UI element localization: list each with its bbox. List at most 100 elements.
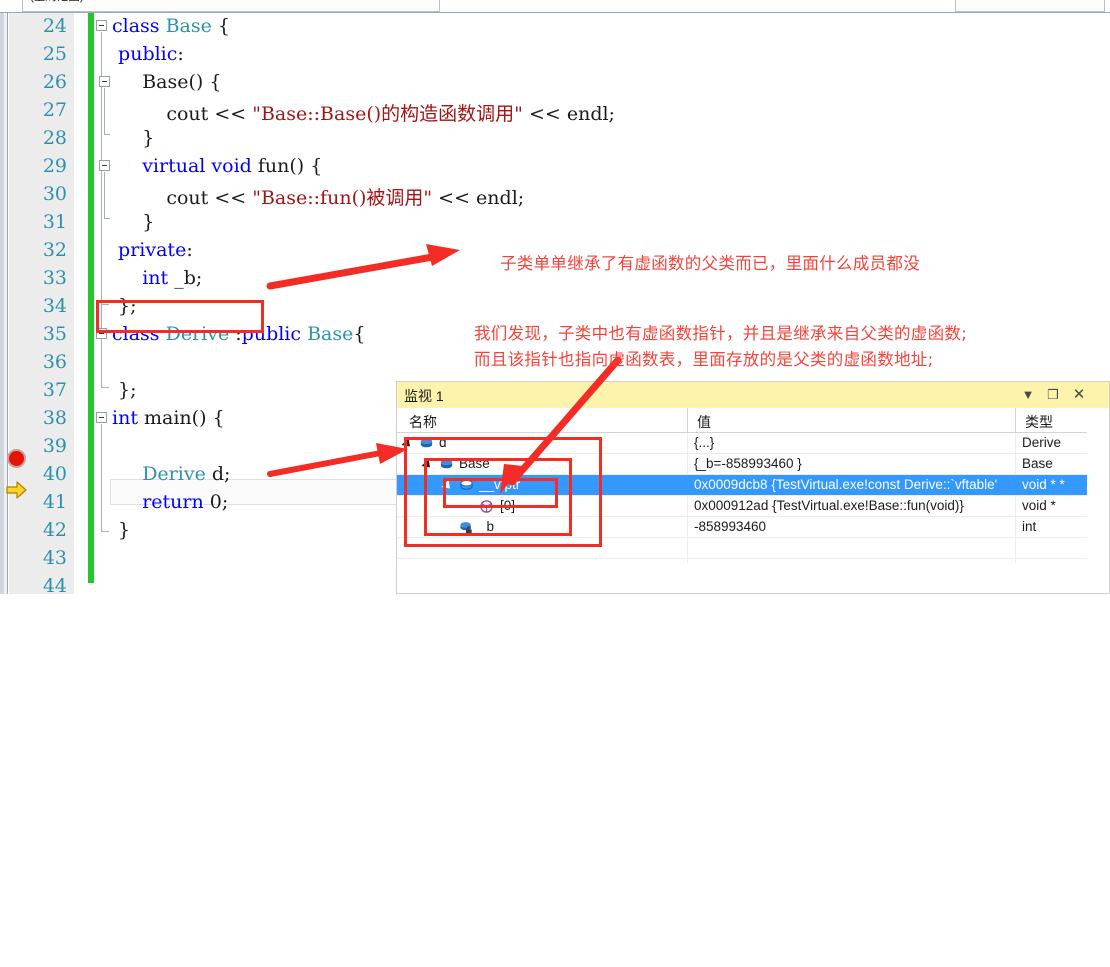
line-number: 38	[42, 407, 67, 429]
code-token: }	[112, 211, 155, 233]
line-number: 35	[42, 323, 67, 345]
watch-value[interactable]: -858993460	[694, 519, 766, 534]
line-number: 41	[42, 491, 67, 513]
watch-value[interactable]: 0x000912ad {TestVirtual.exe!Base::fun(vo…	[694, 498, 964, 513]
code-line[interactable]: virtual void fun() {	[112, 155, 322, 177]
code-line[interactable]: }	[112, 127, 154, 149]
watch-scrollbar[interactable]	[1087, 408, 1109, 593]
code-line[interactable]: return 0;	[112, 491, 228, 513]
watch-type: int	[1022, 519, 1037, 534]
code-token: "Base::Base()的构造函数调用"	[252, 103, 523, 125]
outline-collapse-icon[interactable]	[99, 76, 110, 87]
editor-indicator-strip	[0, 13, 8, 594]
code-token: }	[112, 127, 155, 149]
outline-guide-line	[101, 340, 102, 387]
code-token: _b;	[168, 267, 203, 289]
line-number: 27	[42, 99, 67, 121]
annotation-note-2-line-1: 我们发现，子类中也有虚函数指针，并且是继承来自父类的虚函数;	[474, 324, 968, 343]
column-header-value[interactable]: 值	[697, 412, 711, 432]
line-number: 31	[42, 211, 67, 233]
line-number: 34	[42, 295, 67, 317]
outline-guide-line	[104, 88, 105, 134]
code-line[interactable]: public:	[112, 43, 184, 65]
code-line[interactable]: Base() {	[112, 71, 221, 93]
code-token: Base() {	[112, 71, 222, 93]
scope-combo-box[interactable]: (全局范围)	[22, 0, 440, 12]
watch-type: Base	[1022, 456, 1053, 471]
code-token: }	[112, 519, 131, 541]
line-number: 26	[42, 71, 67, 93]
member-combo-box[interactable]: main()	[955, 0, 1105, 12]
code-token: int	[142, 267, 169, 289]
watch-value[interactable]: 0x0009dcb8 {TestVirtual.exe!const Derive…	[694, 477, 997, 492]
watch-value[interactable]: {...}	[694, 435, 714, 450]
outline-guide-line	[104, 172, 105, 218]
code-token: << endl;	[432, 187, 525, 209]
outline-collapse-icon[interactable]	[96, 20, 107, 31]
outline-guide-foot	[101, 387, 109, 388]
code-line[interactable]: cout << "Base::fun()被调用" << endl;	[112, 183, 524, 210]
column-divider[interactable]	[1015, 408, 1016, 433]
line-number: 37	[42, 379, 67, 401]
code-token: private	[118, 239, 187, 261]
code-line[interactable]: private:	[112, 239, 193, 261]
outline-guide-line	[101, 424, 102, 531]
toolbar-strip: (全局范围) main()	[0, 0, 1110, 13]
code-line[interactable]: }	[112, 519, 130, 541]
column-header-name[interactable]: 名称	[409, 412, 437, 432]
line-number: 24	[42, 15, 67, 37]
code-token: };	[112, 379, 137, 401]
highlight-box-vfptr	[443, 478, 558, 508]
column-header-type[interactable]: 类型	[1025, 412, 1053, 432]
line-number: 30	[42, 183, 67, 205]
maximize-icon[interactable]: ❐	[1044, 386, 1062, 404]
code-token: 0;	[203, 491, 229, 513]
line-number: 39	[42, 435, 67, 457]
column-divider[interactable]	[687, 408, 688, 433]
outline-guide-foot	[104, 218, 110, 219]
code-token: Base	[165, 15, 212, 37]
code-token: class	[112, 15, 166, 37]
code-token: int	[112, 407, 138, 429]
line-number: 28	[42, 127, 67, 149]
scope-combo-value: (全局范围)	[30, 0, 84, 4]
code-line[interactable]: class Base {	[112, 15, 230, 37]
code-token: {	[211, 15, 231, 37]
code-line[interactable]: Derive d;	[112, 463, 230, 485]
code-token: cout <<	[112, 187, 253, 209]
line-number: 25	[42, 43, 67, 65]
code-token: main() {	[137, 407, 225, 429]
code-token: cout <<	[112, 103, 253, 125]
changed-lines-indicator	[88, 13, 94, 583]
code-token: public	[118, 43, 178, 65]
watch-value[interactable]: {_b=-858993460 }	[694, 456, 802, 471]
close-icon[interactable]: ✕	[1070, 386, 1088, 404]
line-number: 40	[42, 463, 67, 485]
code-token: :	[177, 43, 184, 65]
code-token: return	[142, 491, 204, 513]
watch-window-title: 监视 1	[404, 388, 444, 404]
code-token: :	[186, 239, 193, 261]
line-number: 43	[42, 547, 67, 569]
code-line[interactable]: };	[112, 379, 137, 401]
watch-type: void * *	[1022, 477, 1065, 492]
code-line[interactable]: int _b;	[112, 267, 202, 289]
annotation-note-1: 子类单单继承了有虚函数的父类而已，里面什么成员都没	[500, 254, 920, 273]
watch-window-title-bar[interactable]: 监视 1 ▼ ❐ ✕	[397, 382, 1109, 408]
code-token: virtual void	[142, 155, 252, 177]
watch-type: Derive	[1022, 435, 1062, 450]
annotation-note-2-line-2: 而且该指针也指向虚函数表，里面存放的是父类的虚函数地址;	[474, 350, 934, 369]
outline-collapse-icon[interactable]	[99, 160, 110, 171]
line-number: 33	[42, 267, 67, 289]
code-token: << endl;	[522, 103, 615, 125]
code-line[interactable]: cout << "Base::Base()的构造函数调用" << endl;	[112, 99, 615, 126]
outline-guide-foot	[104, 134, 110, 135]
outline-collapse-icon[interactable]	[96, 412, 107, 423]
code-line[interactable]: int main() {	[112, 407, 225, 429]
code-line[interactable]: }	[112, 211, 154, 233]
code-token: "Base::fun()被调用"	[252, 187, 433, 209]
watch-type: void *	[1022, 498, 1056, 513]
chevron-down-icon[interactable]: ▼	[1019, 386, 1037, 404]
